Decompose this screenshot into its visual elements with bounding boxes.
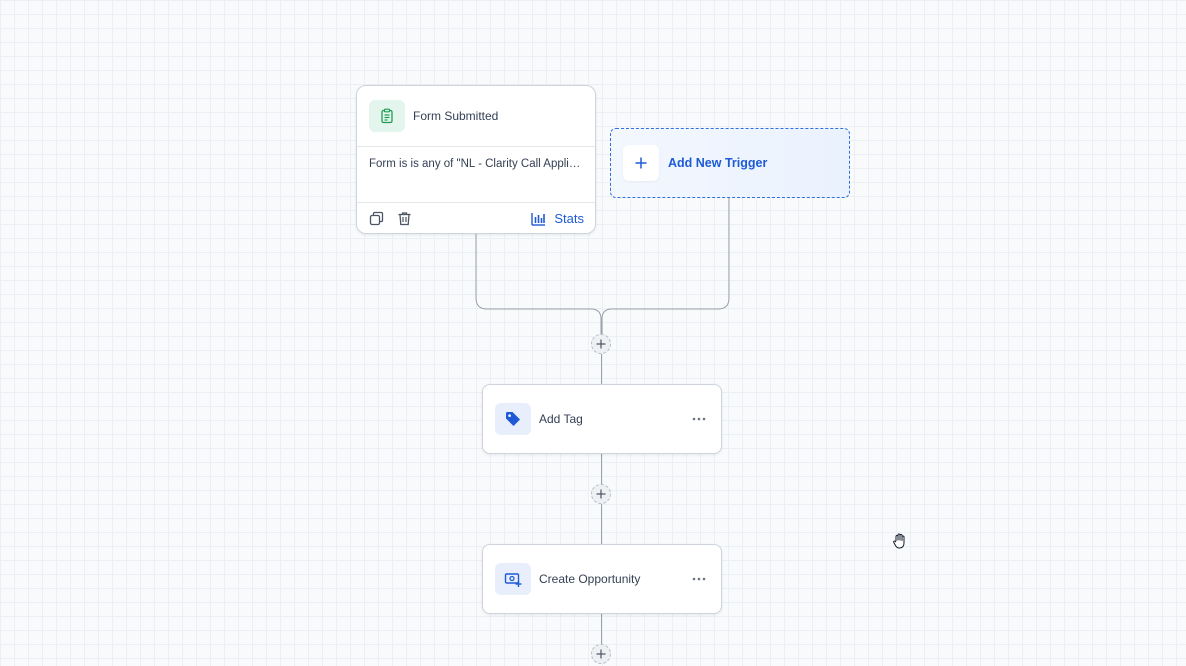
plus-icon: [596, 649, 606, 659]
trigger-card-form-submitted[interactable]: Form Submitted Form is is any of "NL - C…: [356, 85, 596, 234]
add-step-button[interactable]: [591, 644, 611, 664]
add-step-button[interactable]: [591, 484, 611, 504]
plus-icon: [596, 339, 606, 349]
plus-icon: [596, 489, 606, 499]
add-new-trigger-button[interactable]: Add New Trigger: [610, 128, 850, 198]
bar-chart-icon: [531, 212, 546, 226]
stats-label: Stats: [554, 211, 584, 226]
add-step-button[interactable]: [591, 334, 611, 354]
workflow-canvas[interactable]: Form Submitted Form is is any of "NL - C…: [0, 0, 1186, 666]
hand-grab-icon: [891, 532, 909, 550]
action-card-add-tag[interactable]: Add Tag: [482, 384, 722, 454]
tag-icon: [495, 403, 531, 435]
trigger-condition[interactable]: Form is is any of "NL - Clarity Call App…: [357, 147, 595, 203]
add-new-trigger-label: Add New Trigger: [668, 156, 768, 170]
action-card-create-opportunity[interactable]: Create Opportunity: [482, 544, 722, 614]
action-label: Create Opportunity: [539, 572, 641, 586]
trigger-card-header[interactable]: Form Submitted: [357, 86, 595, 147]
more-horizontal-icon[interactable]: [689, 569, 709, 589]
copy-icon[interactable]: [368, 211, 384, 227]
action-label: Add Tag: [539, 412, 583, 426]
clipboard-icon: [369, 100, 405, 132]
more-horizontal-icon[interactable]: [689, 409, 709, 429]
trigger-title: Form Submitted: [413, 109, 499, 123]
plus-icon: [623, 145, 659, 181]
stats-button[interactable]: Stats: [531, 211, 584, 226]
opportunity-icon: [495, 563, 531, 595]
trigger-card-footer: Stats: [357, 203, 595, 234]
trash-icon[interactable]: [396, 211, 412, 227]
